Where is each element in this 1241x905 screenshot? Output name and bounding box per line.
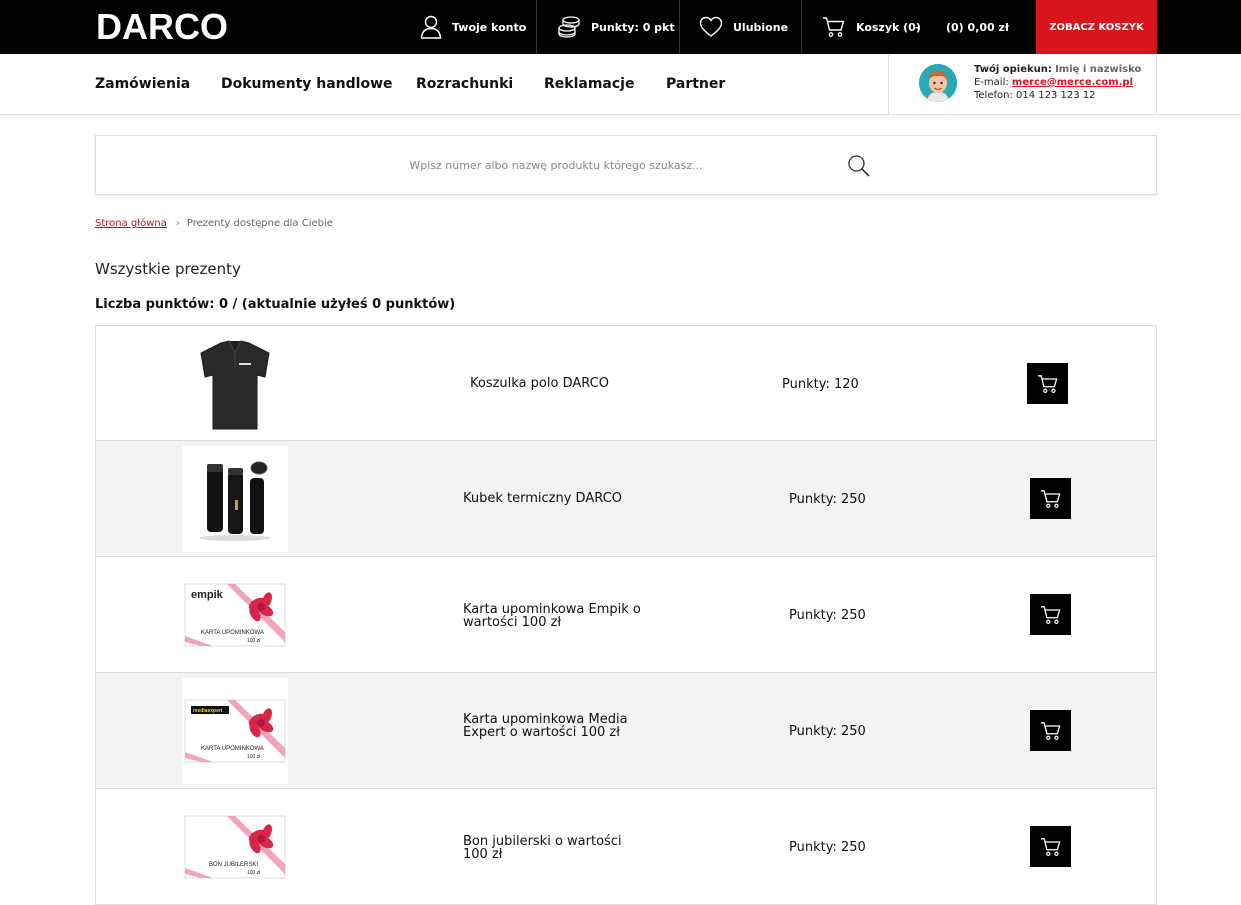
see-cart-button[interactable]: ZOBACZ KOSZYK: [1036, 0, 1157, 54]
logo[interactable]: DARCO: [96, 9, 228, 45]
mediaexpert-card-image: mediaexpert KARTA UPOMINKOWA 100 zł: [182, 678, 288, 784]
cart-icon: [823, 17, 845, 37]
product-points: Punkty: 250: [789, 840, 866, 855]
product-name: Kubek termiczny DARCO: [463, 491, 622, 506]
nav-item-orders[interactable]: Zamówienia: [95, 76, 190, 92]
card-value: 100 zł: [247, 638, 261, 644]
points-link[interactable]: Punkty: 0 pkt: [557, 0, 675, 54]
nav-item-documents[interactable]: Dokumenty handlowe: [221, 76, 393, 92]
gift-list: Koszulka polo DARCO Punkty: 120 Kubek te…: [95, 325, 1157, 905]
product-points: Punkty: 120: [782, 377, 859, 392]
product-name: Karta upominkowa Media Expert o wartości…: [463, 712, 628, 740]
product-points: Punkty: 250: [789, 608, 866, 623]
points-summary: Liczba punktów: 0 / (aktualnie użyłeś 0 …: [95, 297, 456, 312]
advisor-info: Twój opiekun: Imię i nazwisko E-mail: me…: [974, 63, 1141, 102]
cart-label: Koszyk (0): [856, 20, 921, 34]
list-item: empik KARTA UPOMINKOWA 100 zł Karta upom…: [95, 557, 1157, 673]
list-item: Kubek termiczny DARCO Punkty: 250: [95, 441, 1157, 557]
card-label: BON JUBILERSKI: [209, 862, 258, 868]
advisor-avatar: [919, 64, 957, 102]
product-points: Punkty: 250: [789, 492, 866, 507]
cart-icon: [1040, 837, 1060, 856]
thermal-mug-image: [182, 446, 288, 552]
add-to-cart-button[interactable]: [1030, 594, 1071, 635]
jewelry-voucher-image: BON JUBILERSKI 100 zł: [182, 794, 288, 900]
gift-card-icon: mediaexpert KARTA UPOMINKOWA 100 zł: [184, 699, 286, 763]
polo-shirt-icon: [200, 340, 270, 430]
avatar-face-icon: [919, 64, 957, 102]
search-input[interactable]: [276, 154, 836, 176]
product-name: Bon jubilerski o wartości 100 zł: [463, 834, 622, 862]
cart-icon: [1040, 489, 1060, 508]
divider: [801, 0, 802, 54]
gift-card-icon: empik KARTA UPOMINKOWA 100 zł: [184, 583, 286, 647]
points-label: Punkty: 0 pkt: [591, 20, 675, 34]
main-nav: Zamówienia Dokumenty handlowe Rozrachunk…: [0, 54, 1241, 115]
card-brand: empik: [191, 589, 224, 601]
product-points: Punkty: 250: [789, 724, 866, 739]
list-item: BON JUBILERSKI 100 zł Bon jubilerski o w…: [95, 789, 1157, 905]
breadcrumb-separator: ›: [175, 218, 180, 229]
product-name: Karta upominkowa Empik o wartości 100 zł: [463, 602, 641, 630]
advisor-email-link[interactable]: merce@merce.com.pl: [1012, 77, 1133, 88]
add-to-cart-button[interactable]: [1030, 478, 1071, 519]
gift-card-icon: BON JUBILERSKI 100 zł: [184, 815, 286, 879]
cart-link[interactable]: Koszyk (0): [822, 0, 921, 54]
card-value: 100 zł: [247, 870, 261, 876]
favorites-link[interactable]: Ulubione: [699, 0, 788, 54]
add-to-cart-button[interactable]: [1027, 363, 1068, 404]
cart-icon: [1040, 605, 1060, 624]
advisor-box: Twój opiekun: Imię i nazwisko E-mail: me…: [888, 54, 1157, 114]
cart-total: (0) 0,00 zł: [946, 20, 1009, 34]
nav-item-settlements[interactable]: Rozrachunki: [416, 76, 513, 92]
advisor-name: Imię i nazwisko: [1055, 64, 1142, 75]
cart-dash: -: [915, 20, 920, 34]
product-name: Koszulka polo DARCO: [470, 376, 609, 391]
advisor-email-label: E-mail:: [974, 77, 1009, 88]
card-brand: mediaexpert: [193, 708, 223, 714]
list-item: Koszulka polo DARCO Punkty: 120: [95, 325, 1157, 441]
polo-shirt-image: [182, 332, 288, 438]
search-box: [95, 135, 1157, 195]
cart-icon: [1040, 721, 1060, 740]
list-item: mediaexpert KARTA UPOMINKOWA 100 zł Kart…: [95, 673, 1157, 789]
account-link[interactable]: Twoje konto: [420, 0, 526, 54]
top-bar: DARCO Twoje konto Punkty: 0 pkt Ulubione…: [0, 0, 1241, 54]
divider: [536, 0, 537, 54]
breadcrumb-current: Prezenty dostępne dla Ciebie: [186, 218, 333, 229]
divider: [679, 0, 680, 54]
advisor-phone: Telefon: 014 123 123 12: [974, 90, 1096, 101]
add-to-cart-button[interactable]: [1030, 710, 1071, 751]
page-title: Wszystkie prezenty: [95, 260, 241, 278]
card-label: KARTA UPOMINKOWA: [201, 630, 264, 636]
advisor-label: Twój opiekun:: [974, 64, 1052, 75]
thermal-mug-icon: [199, 461, 271, 541]
card-value: 100 zł: [247, 754, 261, 760]
user-icon: [420, 15, 442, 39]
nav-item-complaints[interactable]: Reklamacje: [544, 76, 634, 92]
favorites-label: Ulubione: [733, 20, 789, 34]
breadcrumb-home-link[interactable]: Strona główna: [95, 218, 167, 229]
add-to-cart-button[interactable]: [1030, 826, 1071, 867]
coins-icon: [558, 16, 580, 38]
breadcrumb: Strona główna › Prezenty dostępne dla Cieb…: [95, 218, 333, 229]
account-label: Twoje konto: [452, 20, 527, 34]
nav-item-partner[interactable]: Partner: [666, 76, 725, 92]
heart-icon: [699, 16, 723, 37]
search-icon[interactable]: [847, 154, 871, 178]
cart-icon: [1037, 374, 1057, 393]
empik-card-image: empik KARTA UPOMINKOWA 100 zł: [182, 562, 288, 668]
card-label: KARTA UPOMINKOWA: [201, 746, 264, 752]
